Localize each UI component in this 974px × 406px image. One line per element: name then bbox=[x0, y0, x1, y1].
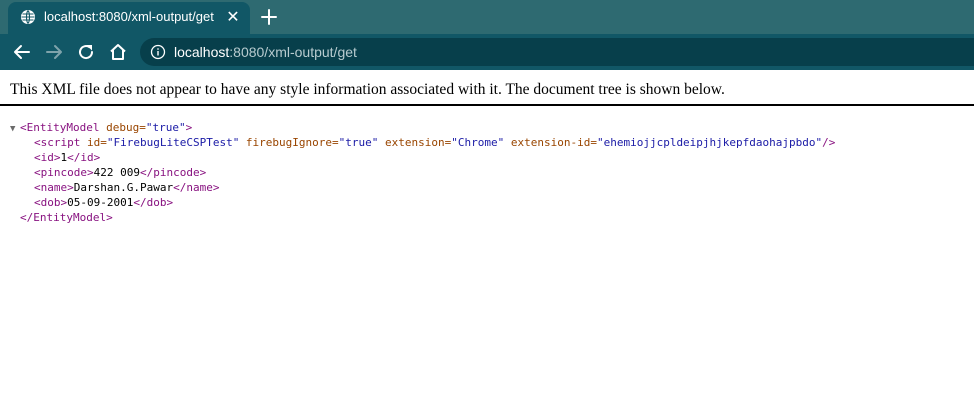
xml-tag: <name> bbox=[34, 181, 74, 194]
tree-line-name: <name>Darshan.G.Pawar</name> bbox=[10, 180, 835, 195]
xml-tag: <dob> bbox=[34, 196, 68, 209]
url-path: :8080/xml-output/get bbox=[229, 44, 357, 60]
xml-info-message: This XML file does not appear to have an… bbox=[10, 81, 725, 98]
xml-tag: </pincode> bbox=[139, 166, 207, 179]
xml-tree: ▼ <EntityModel debug="true"> <script id="… bbox=[10, 120, 835, 225]
arrow-right-icon[interactable] bbox=[44, 42, 64, 62]
close-tab-icon[interactable]: ✕ bbox=[225, 10, 241, 26]
arrow-left-icon[interactable] bbox=[12, 42, 32, 62]
divider bbox=[0, 104, 974, 106]
xml-tag: </EntityModel> bbox=[20, 211, 113, 224]
browser-window: localhost:8080/xml-output/get ✕ localhos… bbox=[0, 0, 974, 406]
xml-tag: /> bbox=[822, 136, 836, 149]
tree-line-dob: <dob>05-09-2001</dob> bbox=[10, 195, 835, 210]
tab-title: localhost:8080/xml-output/get bbox=[44, 9, 214, 24]
xml-attr-value: "FirebugLiteCSPTest" bbox=[106, 136, 240, 149]
xml-text: 05-09-2001 bbox=[67, 196, 134, 209]
tree-line-script: <script id="FirebugLiteCSPTest" firebugI… bbox=[10, 135, 835, 150]
page-content: This XML file does not appear to have an… bbox=[0, 70, 974, 406]
xml-attr-value: "Chrome" bbox=[451, 136, 505, 149]
url-host: localhost bbox=[174, 44, 230, 60]
xml-tag: </name> bbox=[173, 181, 220, 194]
xml-attr-name: extension= bbox=[378, 136, 452, 149]
plus-icon[interactable] bbox=[259, 7, 279, 27]
xml-attr-value: "ehemiojjcpldeipjhjkepfdaohajpbdo" bbox=[596, 136, 823, 149]
tree-line-id: <id>1</id> bbox=[10, 150, 835, 165]
reload-icon[interactable] bbox=[76, 42, 96, 62]
toolbar: localhost:8080/xml-output/get bbox=[0, 34, 974, 70]
tree-line-root-close: </EntityModel> bbox=[10, 210, 835, 225]
xml-tag: <EntityModel bbox=[20, 121, 100, 134]
address-bar[interactable]: localhost:8080/xml-output/get bbox=[140, 38, 974, 66]
tab-strip: localhost:8080/xml-output/get ✕ bbox=[0, 0, 974, 34]
xml-text: Darshan.G.Pawar bbox=[73, 181, 174, 194]
xml-tag: > bbox=[185, 121, 193, 134]
xml-attr-name: id= bbox=[80, 136, 107, 149]
home-icon[interactable] bbox=[108, 42, 128, 62]
globe-icon bbox=[21, 10, 35, 24]
tree-line-root-open: ▼ <EntityModel debug="true"> bbox=[10, 120, 835, 135]
xml-text: 422 009 bbox=[93, 166, 140, 179]
xml-tag: <id> bbox=[34, 151, 61, 164]
collapse-toggle-icon[interactable]: ▼ bbox=[10, 122, 20, 137]
xml-tag: <pincode> bbox=[34, 166, 94, 179]
xml-attr-name: extension-id= bbox=[504, 136, 597, 149]
xml-attr-name: debug= bbox=[99, 121, 146, 134]
xml-tag: <script bbox=[34, 136, 81, 149]
xml-attr-name: firebugIgnore= bbox=[239, 136, 339, 149]
xml-tag: </id> bbox=[67, 151, 101, 164]
info-icon[interactable] bbox=[150, 44, 166, 60]
tab-active[interactable]: localhost:8080/xml-output/get ✕ bbox=[8, 2, 250, 34]
xml-attr-value: "true" bbox=[145, 121, 186, 134]
url-text[interactable]: localhost:8080/xml-output/get bbox=[174, 44, 357, 60]
xml-tag: </dob> bbox=[133, 196, 174, 209]
xml-attr-value: "true" bbox=[338, 136, 379, 149]
tree-line-pincode: <pincode>422 009</pincode> bbox=[10, 165, 835, 180]
